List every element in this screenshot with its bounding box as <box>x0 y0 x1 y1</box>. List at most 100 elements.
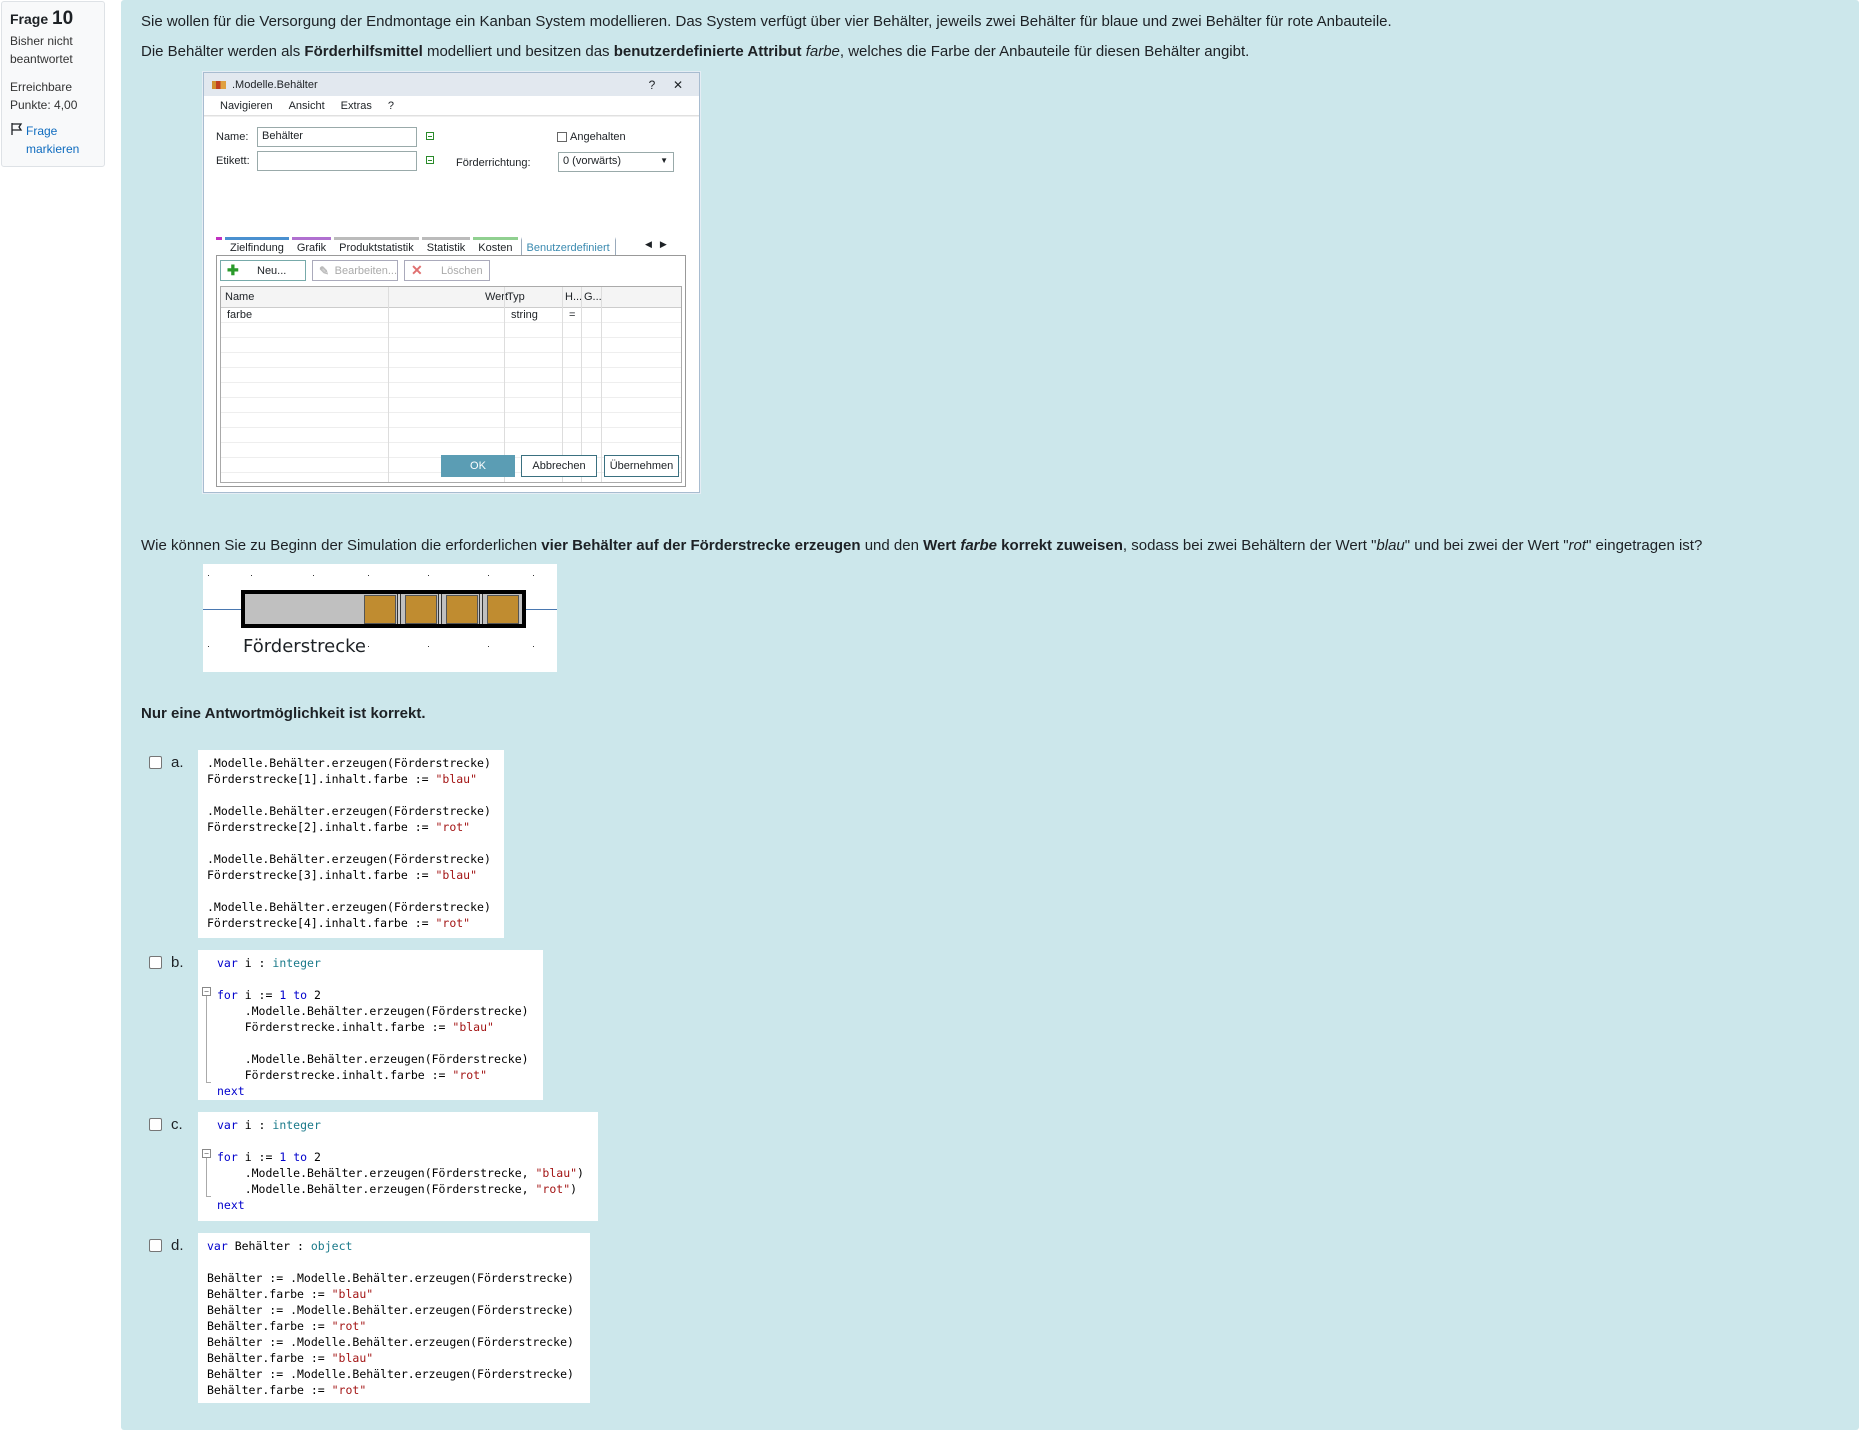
tab-zielfindung[interactable]: Zielfindung <box>225 237 289 256</box>
dialog-tabs: Zielfindung Grafik Produktstatistik Stat… <box>216 237 619 256</box>
help-button[interactable]: ? <box>639 78 665 92</box>
col-divider <box>388 287 389 482</box>
separator <box>438 594 442 624</box>
option-d-letter: d. <box>171 1237 184 1254</box>
option-c-checkbox[interactable] <box>149 1118 162 1131</box>
col-g[interactable]: G... <box>584 291 602 303</box>
row-h: = <box>569 309 576 321</box>
row-name: farbe <box>227 309 253 321</box>
flag-icon <box>10 122 24 141</box>
intro-paragraph-1: Sie wollen für die Versorgung der Endmon… <box>141 13 1392 30</box>
edit-attribute-button[interactable]: ✎ Bearbeiten... <box>312 260 398 281</box>
col-divider <box>601 287 602 482</box>
flag-label: Frage markieren <box>26 124 80 156</box>
col-divider <box>504 287 505 482</box>
menu-extras[interactable]: Extras <box>341 100 372 112</box>
tab-scroll-arrows[interactable]: ◀▶ <box>645 239 675 250</box>
close-button[interactable]: ✕ <box>665 78 691 92</box>
question-content: Sie wollen für die Versorgung der Endmon… <box>121 0 1859 1430</box>
conveyor-image: Förderstrecke <box>203 564 557 672</box>
angehalten-checkbox[interactable] <box>557 132 567 142</box>
tab-benutzerdefiniert[interactable]: Benutzerdefiniert <box>520 237 616 256</box>
col-divider <box>581 287 582 482</box>
table-row-empty <box>221 413 681 428</box>
collapse-icon[interactable]: − <box>202 987 211 996</box>
option-a-checkbox[interactable] <box>149 756 162 769</box>
dialog-menubar: Navigieren Ansicht Extras ? <box>204 96 699 116</box>
option-d-code: var Behälter : object Behälter := .Model… <box>198 1233 590 1403</box>
table-row-empty <box>221 323 681 338</box>
ok-button[interactable]: OK <box>441 455 515 477</box>
dialog-screenshot: .Modelle.Behälter ? ✕ Navigieren Ansicht… <box>203 72 700 493</box>
etikett-inherit-icon[interactable] <box>426 156 434 164</box>
name-label: Name: <box>216 131 249 143</box>
table-header: Name Wert Typ H... G... <box>221 287 681 308</box>
question-info: Frage 10 Bisher nicht beantwortet Erreic… <box>1 1 105 167</box>
flag-question-link[interactable]: Frage markieren <box>10 122 96 158</box>
conveyor-label: Förderstrecke <box>243 636 366 657</box>
cancel-button[interactable]: Abbrechen <box>521 455 597 477</box>
container-box <box>364 595 396 624</box>
tab-kosten[interactable]: Kosten <box>473 237 518 256</box>
table-row-empty <box>221 428 681 443</box>
pencil-icon: ✎ <box>319 263 330 278</box>
table-row[interactable]: farbe string = <box>221 308 681 323</box>
question-points: Erreichbare Punkte: 4,00 <box>10 80 78 112</box>
question-text: Wie können Sie zu Beginn der Simulation … <box>141 537 1703 554</box>
table-row-empty <box>221 383 681 398</box>
row-typ: string <box>511 309 538 321</box>
tab-hidden[interactable] <box>216 237 222 256</box>
delete-icon: ✕ <box>411 262 423 278</box>
option-b-letter: b. <box>171 954 184 971</box>
tab-produktstatistik[interactable]: Produktstatistik <box>334 237 419 256</box>
plus-icon: ✚ <box>227 262 239 278</box>
question-number: Frage 10 <box>10 8 74 29</box>
foerderrichtung-label: Förderrichtung: <box>456 157 531 169</box>
attribute-table: Name Wert Typ H... G... farbe string = <box>220 286 682 483</box>
question-status: Bisher nicht beantwortet <box>10 34 73 66</box>
separator <box>479 594 483 624</box>
table-row-empty <box>221 353 681 368</box>
col-name[interactable]: Name <box>225 291 254 303</box>
container-box <box>446 595 478 624</box>
col-h[interactable]: H... <box>565 291 582 303</box>
separator <box>397 594 401 624</box>
tab-statistik[interactable]: Statistik <box>421 237 471 256</box>
etikett-label: Etikett: <box>216 155 250 167</box>
dialog-title: .Modelle.Behälter <box>232 78 318 91</box>
option-d-checkbox[interactable] <box>149 1239 162 1252</box>
name-input[interactable]: Behälter <box>257 127 417 147</box>
table-row-empty <box>221 398 681 413</box>
dialog-titlebar: .Modelle.Behälter ? ✕ <box>204 73 699 96</box>
foerderrichtung-select[interactable]: 0 (vorwärts) ▼ <box>558 152 674 172</box>
option-c-code: var i : integer for i := 1 to 2 .Modelle… <box>198 1112 598 1221</box>
table-row-empty <box>221 338 681 353</box>
delete-attribute-button[interactable]: ✕ Löschen <box>404 260 490 281</box>
collapse-icon[interactable]: − <box>202 1149 211 1158</box>
option-c-letter: c. <box>171 1116 183 1133</box>
chevron-down-icon: ▼ <box>660 156 668 165</box>
col-typ[interactable]: Typ <box>507 291 525 303</box>
table-row-empty <box>221 368 681 383</box>
menu-navigieren[interactable]: Navigieren <box>220 100 273 112</box>
col-divider <box>562 287 563 482</box>
etikett-input[interactable] <box>257 151 417 171</box>
dialog-body: Name: Behälter Etikett: Angehalten Förde… <box>204 117 699 492</box>
apply-button[interactable]: Übernehmen <box>604 455 679 477</box>
option-b-code: var i : integer for i := 1 to 2 .Modelle… <box>198 950 543 1100</box>
option-a-letter: a. <box>171 754 184 771</box>
conveyor-frame <box>241 590 526 628</box>
container-box <box>405 595 437 624</box>
instruction: Nur eine Antwortmöglichkeit ist korrekt. <box>141 705 426 722</box>
menu-help[interactable]: ? <box>388 100 394 112</box>
container-box <box>487 595 519 624</box>
menu-ansicht[interactable]: Ansicht <box>289 100 325 112</box>
app-icon <box>212 80 226 89</box>
name-inherit-icon[interactable] <box>426 132 434 140</box>
option-a-code: .Modelle.Behälter.erzeugen(Förderstrecke… <box>198 750 504 938</box>
angehalten-label: Angehalten <box>570 131 626 143</box>
tab-grafik[interactable]: Grafik <box>291 237 332 256</box>
new-attribute-button[interactable]: ✚ Neu... <box>220 260 306 281</box>
benutzerdefiniert-panel: ✚ Neu... ✎ Bearbeiten... ✕ Löschen Name Wer… <box>216 255 686 487</box>
option-b-checkbox[interactable] <box>149 956 162 969</box>
